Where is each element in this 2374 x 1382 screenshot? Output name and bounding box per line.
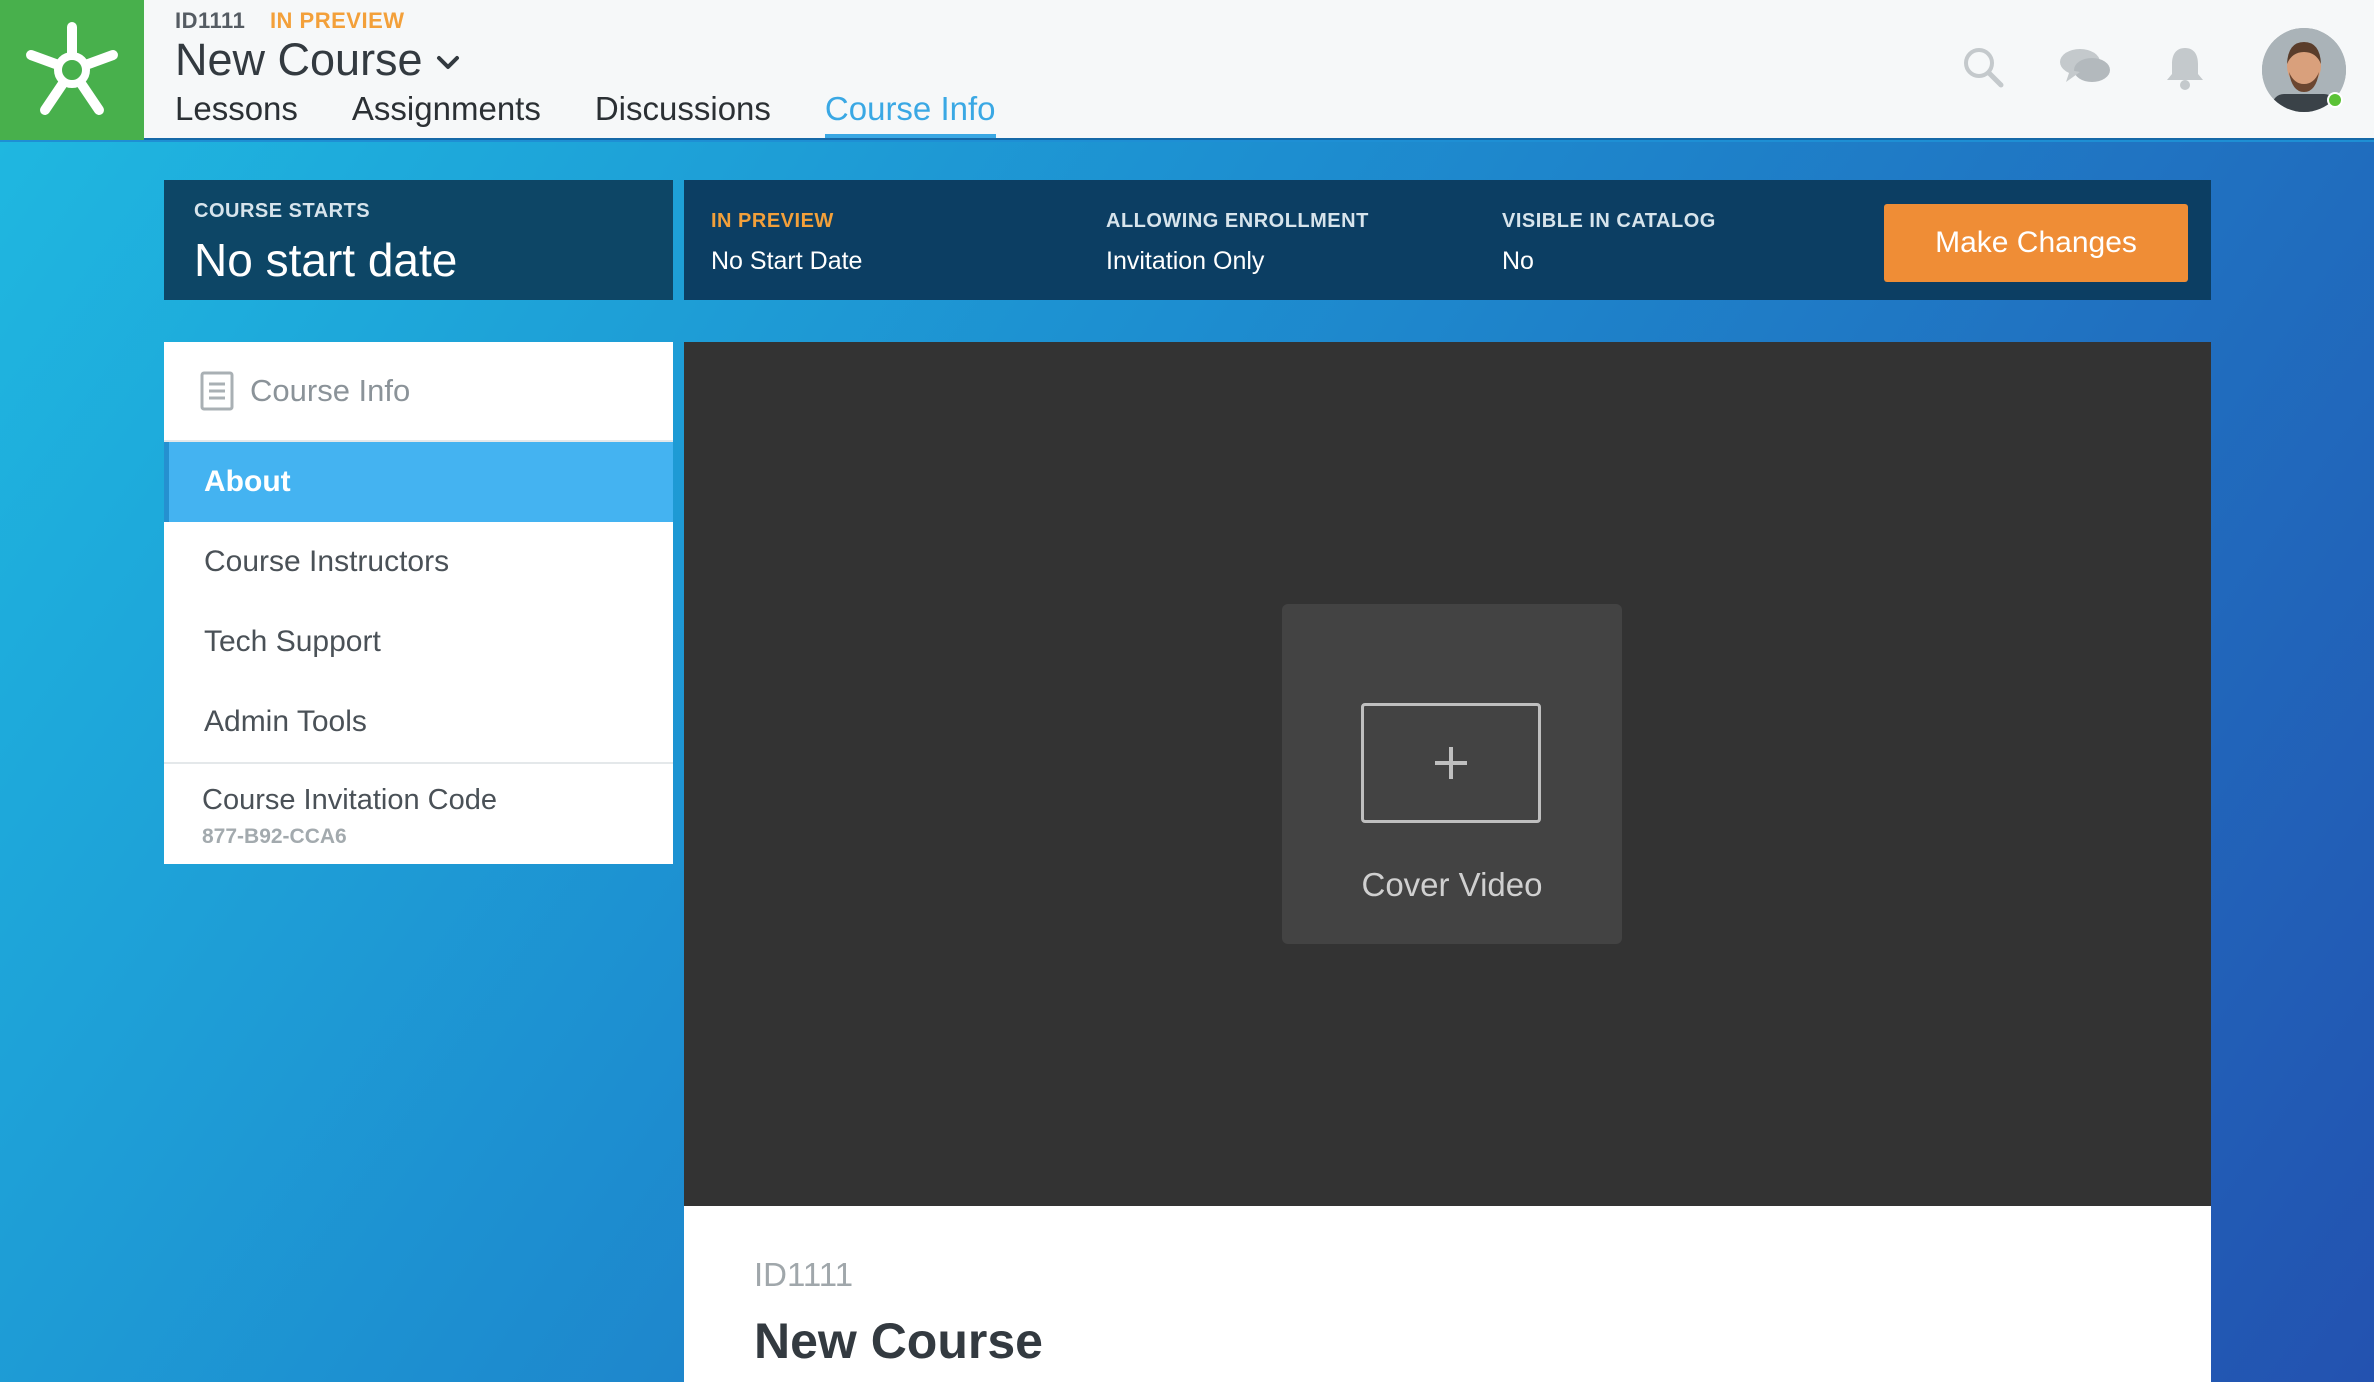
cover-video-label: Cover Video [1361, 866, 1543, 903]
invitation-code-section: Course Invitation Code 877-B92-CCA6 [164, 762, 673, 862]
preview-status: IN PREVIEW No Start Date [711, 210, 862, 276]
make-changes-button[interactable]: Make Changes [1884, 204, 2188, 282]
preview-value: No Start Date [711, 247, 863, 275]
course-starts-label: COURSE STARTS [194, 200, 371, 222]
enrollment-value: Invitation Only [1106, 247, 1265, 275]
app-logo[interactable] [0, 0, 144, 140]
catalog-label: VISIBLE IN CATALOG [1502, 210, 1716, 232]
course-starts-value: No start date [194, 234, 458, 286]
info-course-title: New Course [754, 1313, 1043, 1369]
sidebar-header-label: Course Info [250, 373, 411, 408]
enrollment-status: ALLOWING ENROLLMENT Invitation Only [1106, 210, 1369, 276]
course-title: New Course [175, 34, 423, 85]
course-status: IN PREVIEW [269, 8, 405, 33]
bell-icon[interactable] [2160, 42, 2210, 92]
sidebar-item-about[interactable]: About [164, 442, 673, 522]
course-selector[interactable]: New Course [175, 34, 463, 86]
course-info-panel: ID1111 New Course [684, 1206, 2211, 1382]
add-cover-video-button[interactable]: Cover Video [1282, 604, 1622, 944]
catalog-status: VISIBLE IN CATALOG No [1502, 210, 1716, 276]
video-frame [1361, 703, 1541, 823]
info-course-id: ID1111 [754, 1256, 854, 1293]
sidebar-header: Course Info [164, 342, 673, 442]
chat-icon[interactable] [2056, 42, 2114, 92]
preview-label: IN PREVIEW [711, 210, 834, 232]
tab-assignments[interactable]: Assignments [352, 90, 541, 138]
tab-discussions[interactable]: Discussions [595, 90, 771, 138]
main-area: COURSE STARTS No start date IN PREVIEW N… [0, 142, 2374, 1382]
course-status-bar: IN PREVIEW No Start Date ALLOWING ENROLL… [684, 180, 2211, 300]
sidebar-item-course-instructors[interactable]: Course Instructors [164, 522, 673, 602]
top-bar: ID1111 IN PREVIEW New Course Lessons Ass… [0, 0, 2374, 140]
sidebar-item-tech-support[interactable]: Tech Support [164, 602, 673, 682]
course-info-sidebar: Course Info About Course Instructors Tec… [164, 342, 673, 864]
course-meta: ID1111 IN PREVIEW [175, 8, 405, 34]
enrollment-label: ALLOWING ENROLLMENT [1106, 210, 1369, 232]
invitation-code-label: Course Invitation Code [202, 784, 497, 816]
chevron-down-icon [436, 56, 459, 69]
course-id: ID1111 [175, 8, 246, 33]
document-icon [200, 371, 234, 411]
cover-video-panel: Cover Video [684, 342, 2211, 1206]
plus-icon [1435, 747, 1467, 779]
invitation-code-value: 877-B92-CCA6 [202, 825, 347, 848]
sidebar-item-admin-tools[interactable]: Admin Tools [164, 682, 673, 762]
tab-course-info[interactable]: Course Info [824, 90, 996, 138]
catalog-value: No [1502, 247, 1534, 275]
course-starts-box: COURSE STARTS No start date [164, 180, 673, 300]
logo-icon [26, 22, 118, 115]
course-tabs: Lessons Assignments Discussions Course I… [175, 90, 1050, 138]
online-status-dot [2327, 92, 2343, 108]
search-icon[interactable] [1958, 42, 2008, 92]
tab-lessons[interactable]: Lessons [175, 90, 298, 138]
